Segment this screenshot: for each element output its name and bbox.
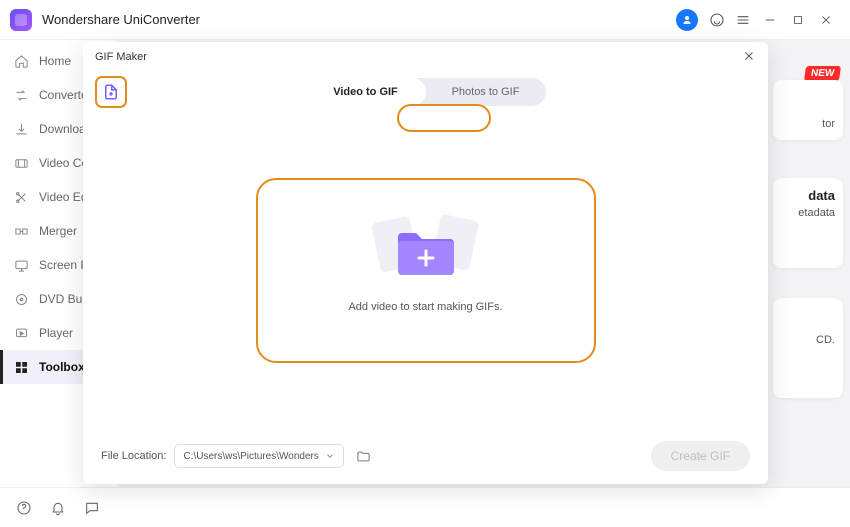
close-button[interactable] [742, 49, 756, 66]
folder-add-icon [394, 227, 458, 279]
modal-footer: File Location: C:\Users\ws\Pictures\Wond… [83, 428, 768, 484]
app-logo-icon [10, 9, 32, 31]
help-icon[interactable] [16, 500, 32, 516]
gif-maker-modal: GIF Maker Video to GIF Photos to GIF Ad [83, 42, 768, 484]
mode-segment: Video to GIF Photos to GIF [306, 78, 546, 106]
peek-sub: etadata [781, 207, 835, 219]
drop-zone[interactable]: Add video to start making GIFs. [256, 178, 596, 363]
maximize-button[interactable] [784, 6, 812, 34]
modal-title: GIF Maker [95, 51, 147, 63]
app-title: Wondershare UniConverter [42, 12, 200, 27]
sidebar-item-label: Home [39, 54, 71, 68]
peek-title: data [781, 188, 835, 203]
peek-card[interactable]: CD. [773, 298, 843, 398]
sidebar-item-label: Player [39, 326, 73, 340]
create-gif-button[interactable]: Create GIF [651, 441, 750, 471]
minimize-button[interactable] [756, 6, 784, 34]
titlebar: Wondershare UniConverter [0, 0, 850, 40]
file-location-label: File Location: [101, 450, 166, 462]
peek-card[interactable]: data etadata [773, 178, 843, 268]
menu-icon[interactable] [730, 7, 756, 33]
peek-card[interactable]: tor [773, 80, 843, 140]
sidebar-item-label: Toolbox [39, 360, 85, 374]
feedback-icon[interactable] [84, 500, 100, 516]
notification-icon[interactable] [50, 500, 66, 516]
modal-body: Add video to start making GIFs. [83, 112, 768, 428]
browse-folder-button[interactable] [352, 445, 374, 467]
modal-header: GIF Maker [83, 42, 768, 72]
add-file-button[interactable] [95, 76, 127, 108]
new-badge: NEW [804, 66, 841, 81]
sidebar-item-label: Merger [39, 224, 77, 238]
account-avatar[interactable] [676, 9, 698, 31]
chevron-down-icon [325, 451, 335, 461]
file-location-select[interactable]: C:\Users\ws\Pictures\Wonders [174, 444, 344, 468]
tab-photos-to-gif[interactable]: Photos to GIF [426, 78, 546, 106]
close-window-button[interactable] [812, 6, 840, 34]
drop-message: Add video to start making GIFs. [348, 301, 502, 313]
modal-toolbar: Video to GIF Photos to GIF [83, 72, 768, 112]
footer [0, 487, 850, 527]
peek-text: CD. [781, 334, 835, 346]
path-value: C:\Users\ws\Pictures\Wonders [183, 451, 318, 462]
peek-text: tor [781, 118, 835, 130]
support-icon[interactable] [704, 7, 730, 33]
tab-video-to-gif[interactable]: Video to GIF [306, 78, 426, 106]
